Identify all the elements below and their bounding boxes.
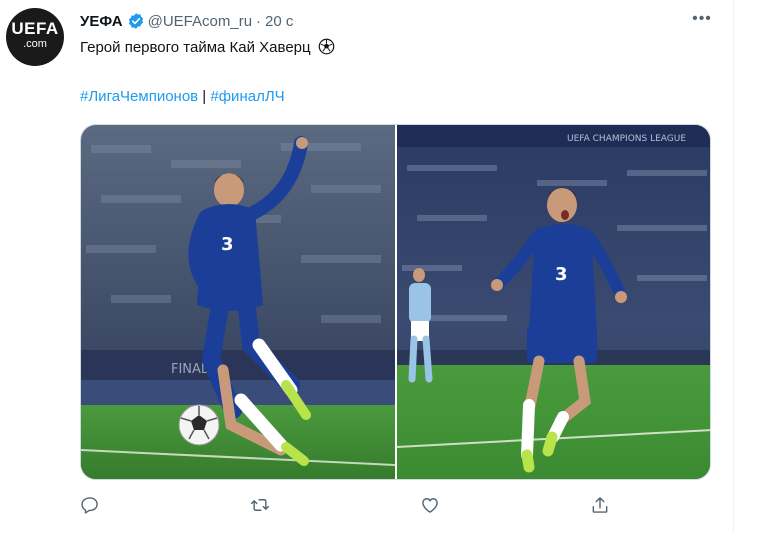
photo-left-image: FINAL 3 xyxy=(81,125,396,479)
photo-right-image: UEFA CHAMPIONS LEAGUE 3 xyxy=(396,125,710,479)
avatar-logo-subtext: .com xyxy=(23,38,47,50)
tweet-text: Герой первого тайма Кай Хаверц xyxy=(80,38,335,58)
svg-text:3: 3 xyxy=(555,264,568,285)
tweet-text-body: Герой первого тайма Кай Хаверц xyxy=(80,39,311,56)
timeline-border xyxy=(733,0,734,533)
photo-left[interactable]: FINAL 3 xyxy=(81,125,396,479)
share-button[interactable] xyxy=(590,495,610,521)
heart-icon xyxy=(422,498,438,513)
svg-text:UEFA CHAMPIONS LEAGUE: UEFA CHAMPIONS LEAGUE xyxy=(567,134,686,144)
reply-button[interactable] xyxy=(80,495,100,521)
soccer-ball-emoji-icon xyxy=(318,38,335,55)
avatar-logo-text: UEFA xyxy=(11,19,59,38)
reply-icon xyxy=(81,497,98,514)
like-button[interactable] xyxy=(420,495,440,521)
hashtag-separator: | xyxy=(198,88,211,105)
photo-right[interactable]: UEFA CHAMPIONS LEAGUE 3 xyxy=(396,125,710,479)
media-grid: FINAL 3 UEFA CHAMPIONS LEAGUE 3 xyxy=(80,124,711,480)
hashtag-champions-league[interactable]: #ЛигаЧемпионов xyxy=(80,88,198,105)
tweet-header: УЕФА @UEFAcom_ru · 20 с xyxy=(80,11,293,31)
retweet-button[interactable] xyxy=(250,495,270,521)
header-separator: · xyxy=(256,12,262,30)
hashtag-final[interactable]: #финалЛЧ xyxy=(210,88,284,105)
share-icon xyxy=(592,497,608,513)
avatar[interactable]: UEFA .com xyxy=(6,8,64,66)
tweet-timestamp[interactable]: 20 с xyxy=(265,13,293,30)
hashtags-line: #ЛигаЧемпионов | #финалЛЧ xyxy=(80,87,285,107)
author-handle[interactable]: @UEFAcom_ru xyxy=(148,13,252,30)
verified-badge-icon xyxy=(128,13,143,29)
svg-text:3: 3 xyxy=(221,234,234,255)
more-options-icon[interactable]: ••• xyxy=(689,8,715,30)
retweet-icon xyxy=(250,499,270,511)
author-name[interactable]: УЕФА xyxy=(80,13,123,30)
